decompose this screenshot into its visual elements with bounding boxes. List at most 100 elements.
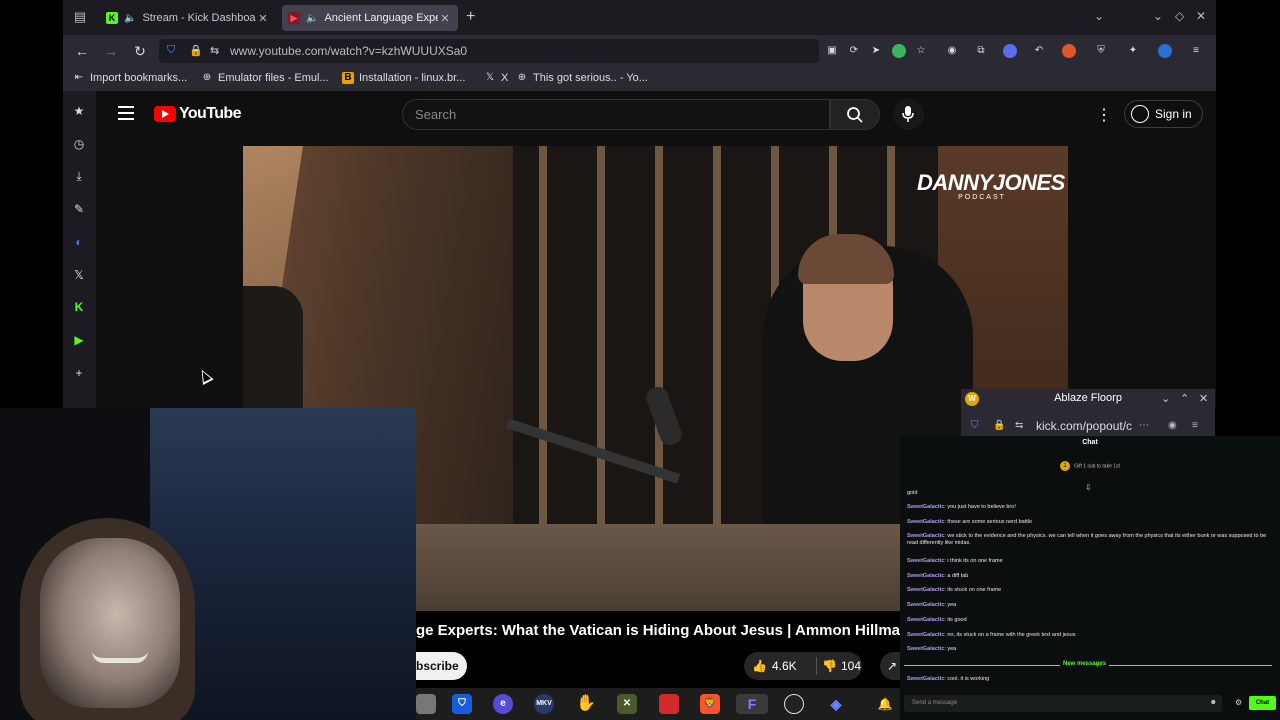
floorp-icon[interactable]: e <box>493 694 513 714</box>
downloads-icon[interactable]: ⤓ <box>72 169 86 183</box>
new-messages-divider[interactable]: New messages <box>900 661 1276 669</box>
chat-username[interactable]: SweetGalactic <box>907 632 944 638</box>
picture-in-picture-icon[interactable]: ▣ <box>825 44 839 58</box>
chat-username[interactable]: SweetGalactic <box>907 602 944 608</box>
more-options-icon[interactable]: ⋮ <box>1096 105 1112 125</box>
speaker-icon[interactable]: 🔈 <box>306 13 318 24</box>
pinned-gift-banner[interactable]: 1 Gift 1 sub to take 1st <box>900 461 1280 471</box>
history-icon[interactable]: ◷ <box>72 137 86 151</box>
close-window-icon[interactable]: ✕ <box>1196 9 1206 23</box>
layers-app-icon[interactable]: ◈ <box>826 694 846 714</box>
obs-icon[interactable] <box>784 694 804 714</box>
bookmark-item[interactable]: ⇤ Import bookmarks... <box>73 72 187 84</box>
back-icon[interactable]: ← <box>73 42 91 60</box>
x-icon[interactable]: 𝕏 <box>72 268 86 282</box>
kick-icon[interactable]: K <box>72 300 86 314</box>
account-icon[interactable]: ◉ <box>945 44 959 58</box>
chat-username[interactable]: SweetGalactic <box>907 533 944 539</box>
chat-username[interactable]: SweetGalactic <box>907 519 944 525</box>
files-icon[interactable] <box>416 694 436 714</box>
shield-icon[interactable]: ⛉ <box>971 420 979 431</box>
sign-in-label: Sign in <box>1155 107 1192 121</box>
chat-settings-gear-icon[interactable]: ⚙ <box>1235 698 1242 707</box>
notes-pencil-icon[interactable]: ✎ <box>72 202 86 216</box>
bookmarks-star-icon[interactable]: ★ <box>72 104 86 118</box>
bitwarden-icon[interactable]: ⛉ <box>452 694 472 714</box>
extension-orange-icon[interactable] <box>1062 44 1076 58</box>
shield-icon[interactable]: ⛉ <box>167 44 175 57</box>
popout-url[interactable]: kick.com/popout/c <box>1036 419 1132 433</box>
extension-bitwarden-icon[interactable] <box>1158 44 1172 58</box>
bookmark-item[interactable]: B Installation - linux.br... <box>342 72 465 84</box>
xemu-icon[interactable]: ✕ <box>617 694 637 714</box>
chat-username[interactable]: SweetGalactic <box>907 558 944 564</box>
share-button[interactable]: ↗ <box>880 652 900 680</box>
tab-overflow-icon[interactable]: ⌄ <box>1094 9 1104 23</box>
youtube-logo[interactable]: YouTube <box>154 105 241 123</box>
floorp-active-icon[interactable]: F <box>736 694 768 714</box>
emote-picker-icon[interactable]: ☻ <box>1210 699 1217 706</box>
reader-view-icon[interactable]: ⟳ <box>847 44 861 58</box>
app-menu-icon[interactable]: ≡ <box>1192 420 1198 431</box>
close-tab-icon[interactable]: ✕ <box>256 12 270 25</box>
minimize-icon[interactable]: ⌄ <box>1153 9 1163 23</box>
hamburger-menu-icon[interactable] <box>118 106 134 120</box>
puzzle-icon[interactable]: ✦ <box>1126 44 1140 58</box>
red-app-icon[interactable] <box>659 694 679 714</box>
chat-username[interactable]: SweetGalactic <box>907 646 944 652</box>
floorp-icon[interactable]: ◐ <box>72 235 86 249</box>
chat-username[interactable]: SweetGalactic <box>907 617 944 623</box>
extension-green-icon[interactable] <box>892 44 906 58</box>
lock-icon[interactable]: 🔒 <box>189 44 203 57</box>
mkv-icon[interactable]: MKV <box>534 694 554 714</box>
brave-icon[interactable]: 🦁 <box>700 694 720 714</box>
minimize-icon[interactable]: ⌄ <box>1161 392 1170 405</box>
notification-bell-icon[interactable]: 🔔 <box>875 694 895 714</box>
subscribe-button[interactable]: bscribe <box>416 652 467 680</box>
permissions-icon[interactable]: ⇆ <box>210 44 219 57</box>
bookmark-star-icon[interactable]: ☆ <box>914 44 928 58</box>
dislike-count[interactable]: 104 <box>841 659 861 673</box>
speaker-icon[interactable]: 🔈 <box>124 13 136 24</box>
extensions-icon[interactable]: ⧉ <box>974 44 988 58</box>
chat-send-button[interactable]: Chat <box>1249 696 1276 710</box>
new-tab-icon[interactable]: + <box>466 8 475 26</box>
maximize-icon[interactable]: ◇ <box>1175 9 1184 23</box>
page-actions-icon[interactable]: ⋯ <box>1139 420 1149 431</box>
thumbs-down-icon[interactable]: 👎 <box>822 659 837 673</box>
chat-username[interactable]: SweetGalactic <box>907 504 944 510</box>
chat-message-input[interactable]: Send a message ☻ <box>904 695 1222 712</box>
reload-icon[interactable]: ↻ <box>131 42 149 60</box>
bookmark-item[interactable]: ⊕ Emulator files - Emul... <box>201 72 329 84</box>
thumbs-up-icon[interactable]: 👍 <box>752 659 767 673</box>
rumble-icon[interactable]: ▶ <box>72 333 86 347</box>
bookmark-item[interactable]: 𝕏X <box>484 72 508 84</box>
tab-kick-dashboard[interactable]: K 🔈 Stream - Kick Dashboard ✕ <box>100 5 276 31</box>
chat-username[interactable]: SweetGalactic <box>907 676 944 682</box>
address-bar[interactable]: ⛉ 🔒 ⇆ www.youtube.com/watch?v=kzhWUUUXSa… <box>159 39 819 63</box>
chat-username[interactable]: SweetGalactic <box>907 573 944 579</box>
search-input[interactable]: Search <box>402 99 830 130</box>
send-icon[interactable]: ➤ <box>869 44 883 58</box>
extension-blue-icon[interactable] <box>1003 44 1017 58</box>
close-window-icon[interactable]: ✕ <box>1199 392 1208 405</box>
tab-youtube-video[interactable]: ▶ 🔈 Ancient Language Experts ✕ <box>282 5 458 31</box>
ublock-icon[interactable]: ⛨ <box>1094 44 1108 58</box>
waving-hand-icon[interactable]: ✋ <box>576 694 596 714</box>
like-count[interactable]: 4.6K <box>772 659 797 673</box>
chat-username[interactable]: SweetGalactic <box>907 587 944 593</box>
lock-icon[interactable]: 🔒 <box>993 420 1005 431</box>
voice-search-button[interactable] <box>893 99 924 130</box>
forward-icon[interactable]: → <box>102 42 120 60</box>
app-menu-icon[interactable]: ≡ <box>1189 44 1203 58</box>
bookmark-item[interactable]: ⊕ This got serious.. - Yo... <box>516 72 648 84</box>
sign-in-button[interactable]: Sign in <box>1124 100 1203 128</box>
search-button[interactable] <box>830 99 880 130</box>
close-tab-icon[interactable]: ✕ <box>438 12 452 25</box>
add-panel-icon[interactable]: + <box>72 366 86 380</box>
account-icon[interactable]: ◉ <box>1168 420 1177 431</box>
undo-icon[interactable]: ↶ <box>1032 44 1046 58</box>
tab-list-icon[interactable]: ▤ <box>71 8 89 26</box>
maximize-icon[interactable]: ⌃ <box>1180 392 1189 405</box>
permissions-icon[interactable]: ⇆ <box>1015 420 1023 431</box>
